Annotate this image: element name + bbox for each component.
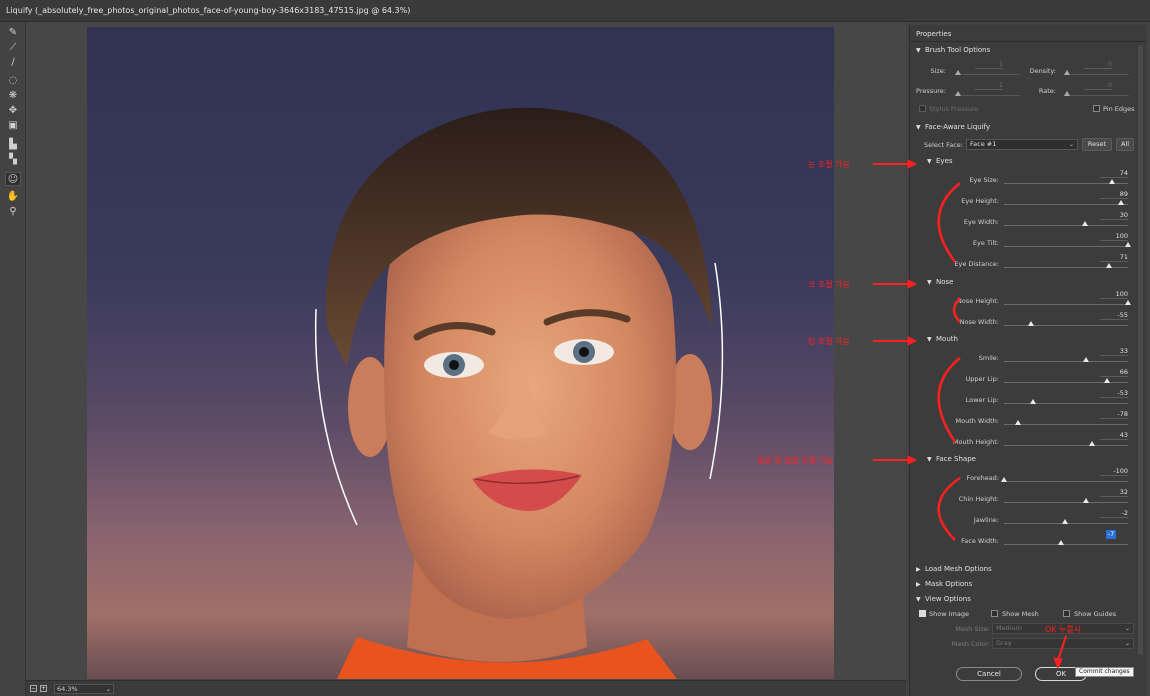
annotation-eyes: 눈 조절 가능 [808,160,850,169]
annotation-bracket-shape [937,476,961,541]
annotation-face-shape: 얼굴 및 얼굴 조절 가능 [757,456,834,465]
annotation-arrowhead-shape [907,455,918,465]
annotation-ok: OK 누를시 [1045,625,1082,634]
annotation-arrowhead-eyes [907,159,918,169]
annotation-arrowhead-mouth [907,336,918,346]
annotation-nose: 코 조절 가능 [808,280,850,289]
annotation-bracket-nose [952,297,961,323]
annotation-bracket-eyes [937,182,961,263]
annotation-arrowhead-nose [907,279,918,289]
annotation-arrowhead-ok [1053,657,1063,670]
annotation-bracket-mouth [937,357,961,443]
annotation-arrow-ok [1057,635,1067,661]
annotation-overlay [873,159,1067,670]
annotation-mouth: 입 조절 가능 [808,337,850,346]
